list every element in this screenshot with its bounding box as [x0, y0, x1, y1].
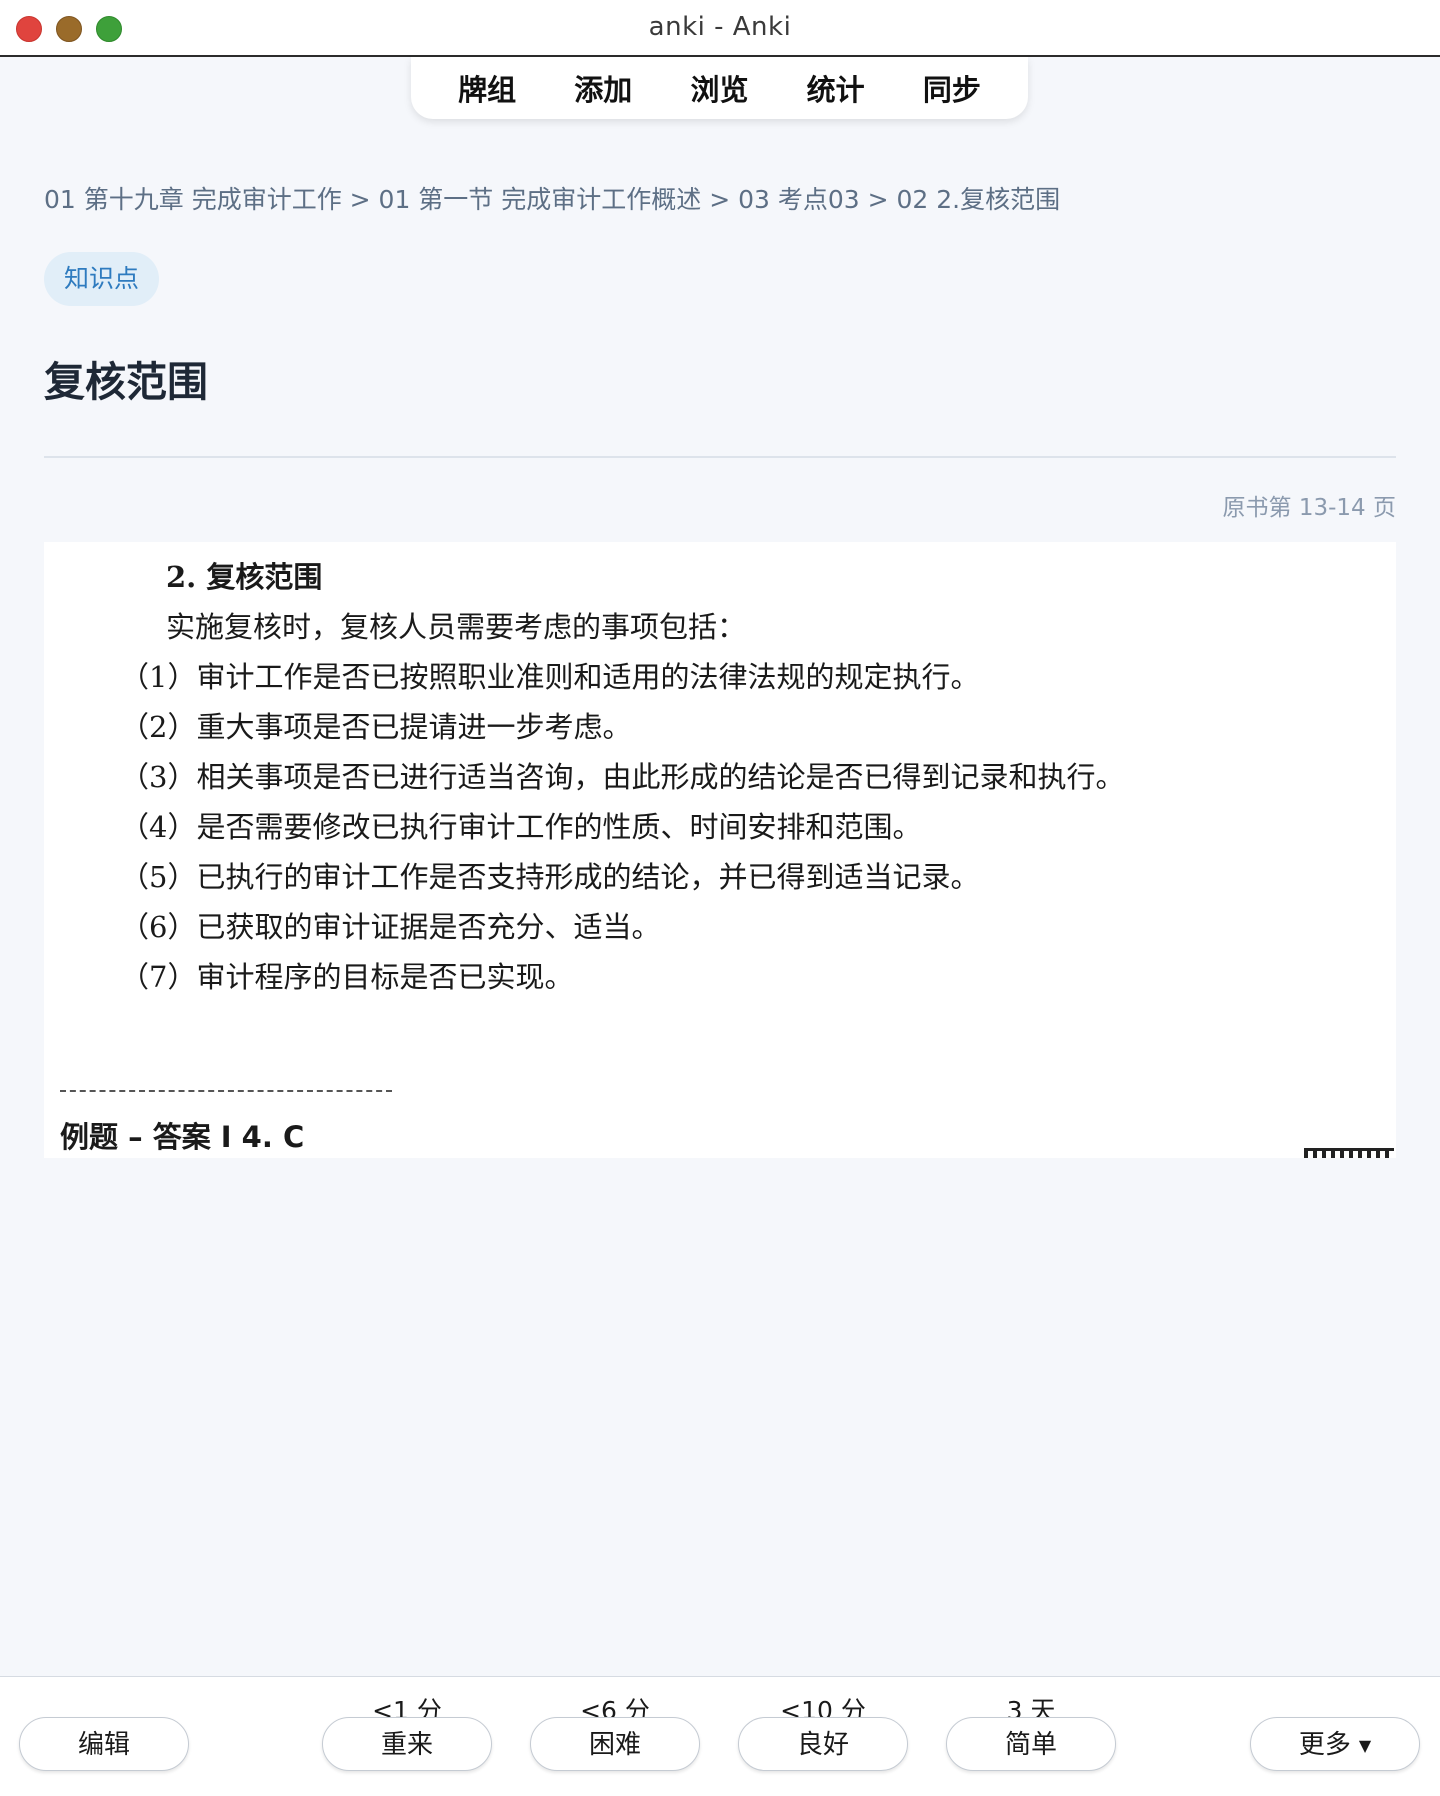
easy-button[interactable]: 简单	[946, 1717, 1116, 1771]
scan-list-item: （7）审计程序的目标是否已实现。	[120, 960, 574, 994]
scan-list-item: （3）相关事项是否已进行适当咨询，由此形成的结论是否已得到记录和执行。	[120, 760, 1125, 794]
nav-add[interactable]: 添加	[570, 67, 636, 109]
scan-list-item: （6）已获取的审计证据是否充分、适当。	[120, 910, 661, 944]
page-reference: 原书第 13-14 页	[1222, 495, 1396, 521]
scan-heading: 2. 复核范围	[166, 560, 323, 594]
example-answer: 例题 – 答案 I 4. C	[60, 1120, 305, 1154]
scan-intro: 实施复核时，复核人员需要考虑的事项包括：	[166, 610, 747, 644]
nav-sync[interactable]: 同步	[919, 67, 985, 109]
card-tag: 知识点	[44, 252, 160, 306]
scan-list-item: （5）已执行的审计工作是否支持形成的结论，并已得到适当记录。	[120, 860, 980, 894]
scan-list-item: （2）重大事项是否已提请进一步考虑。	[120, 710, 632, 744]
review-bottom-bar: 编辑 <1 分 重来 <6 分 困难 <10 分 良好 3 天 简单 更多 ▼	[0, 1676, 1440, 1796]
window-title: anki - Anki	[648, 12, 792, 42]
breadcrumb: 01 第十九章 完成审计工作 > 01 第一节 完成审计工作概述 > 03 考点…	[44, 185, 1061, 214]
scanned-text-block: 2. 复核范围 实施复核时，复核人员需要考虑的事项包括： （1）审计工作是否已按…	[120, 552, 1124, 1002]
anki-window: anki - Anki 牌组 添加 浏览 统计 同步 01 第十九章 完成审计工…	[0, 0, 1440, 1796]
top-navigation: 牌组 添加 浏览 统计 同步	[411, 57, 1028, 119]
again-button[interactable]: 重来	[322, 1717, 492, 1771]
caret-down-icon: ▼	[1358, 1735, 1372, 1755]
good-button[interactable]: 良好	[738, 1717, 908, 1771]
divider	[44, 456, 1396, 458]
nav-decks[interactable]: 牌组	[454, 67, 520, 109]
scan-list-item: （4）是否需要修改已执行审计工作的性质、时间安排和范围。	[120, 810, 922, 844]
more-button[interactable]: 更多 ▼	[1250, 1717, 1420, 1771]
title-bar: anki - Anki	[0, 0, 1440, 57]
nav-browse[interactable]: 浏览	[686, 67, 752, 109]
more-label: 更多	[1298, 1730, 1351, 1760]
nav-stats[interactable]: 统计	[803, 67, 869, 109]
footnote-rule	[60, 1090, 392, 1092]
edit-button[interactable]: 编辑	[19, 1717, 189, 1771]
hard-button[interactable]: 困难	[530, 1717, 700, 1771]
scanned-page-image: 2. 复核范围 实施复核时，复核人员需要考虑的事项包括： （1）审计工作是否已按…	[44, 542, 1396, 1158]
card-title: 复核范围	[44, 358, 208, 406]
scan-list-item: （1）审计工作是否已按照职业准则和适用的法律法规的规定执行。	[120, 660, 980, 694]
qr-code-fragment	[1304, 1148, 1394, 1158]
